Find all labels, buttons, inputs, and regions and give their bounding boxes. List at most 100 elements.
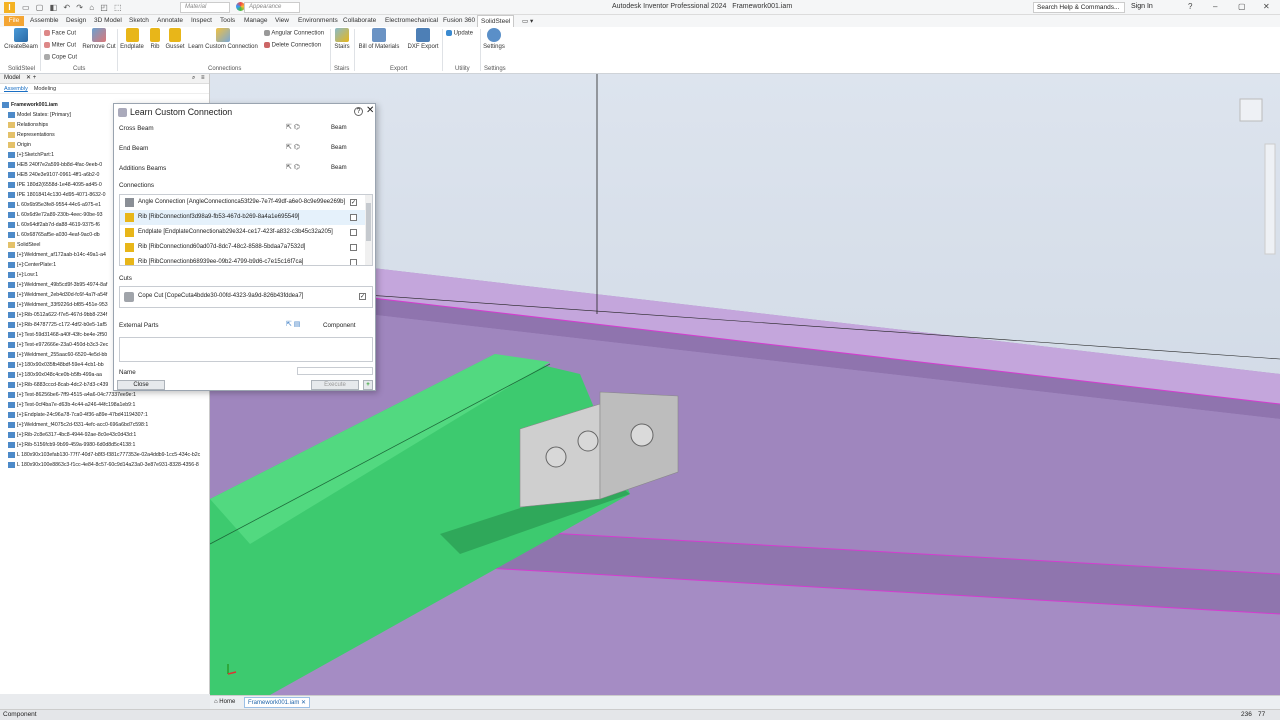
tree-item[interactable]: L 180x90x100e8863c3-f1cc-4e84-8c57-60c9d…	[0, 460, 210, 470]
connection-checkbox[interactable]	[350, 259, 357, 265]
component-icon	[8, 281, 15, 288]
connection-item[interactable]: Angle Connection [AngleConnectionca53f29…	[120, 195, 366, 210]
stairs-button[interactable]: Stairs	[332, 28, 352, 50]
ribbon-separator	[40, 29, 41, 71]
connection-checkbox[interactable]: ✓	[350, 199, 357, 206]
additions-beams-button[interactable]: Beam	[331, 165, 347, 171]
connection-checkbox[interactable]	[350, 229, 357, 236]
browser-title: Model	[4, 75, 21, 81]
cope-cut-checkbox[interactable]: ✓	[359, 293, 366, 300]
select-pointer-icon[interactable]: ⇱ ⌬	[286, 163, 300, 171]
tab-electromechanical[interactable]: Electromechanical	[385, 17, 438, 24]
help-search-input[interactable]: Search Help & Commands...	[1033, 2, 1125, 13]
cope-cut-button[interactable]: Cope Cut	[44, 54, 77, 61]
learn-custom-connection-button[interactable]: Learn Custom Connection	[187, 28, 259, 50]
tree-item[interactable]: [+]:Test-86256be6-7ff9-4515-a4a6-04c7733…	[0, 390, 210, 400]
tree-item[interactable]: L 180x90x103efab130-77f7-40d7-b8f3-f381c…	[0, 450, 210, 460]
select-pointer-icon[interactable]: ⇱ ⌬	[286, 143, 300, 151]
select-pointer-icon[interactable]: ⇱ ⌬	[286, 123, 300, 131]
quick-access-toolbar[interactable]: ▭ ▢ ◧ ↶ ↷ ⌂ ◰ ⬚	[22, 3, 124, 12]
create-beam-button[interactable]: CreateBeam	[3, 28, 39, 50]
tab-solidsteel[interactable]: SolidSteel	[477, 15, 515, 27]
list-scrollbar[interactable]	[365, 195, 372, 265]
cross-beam-button[interactable]: Beam	[331, 125, 347, 131]
delete-connection-button[interactable]: Delete Connection	[264, 42, 321, 49]
file-tab[interactable]: File	[4, 16, 24, 26]
help-icon[interactable]: ?	[1188, 2, 1192, 11]
gusset-button[interactable]: Gusset	[164, 28, 186, 50]
tab-home[interactable]: ⌂ Home	[214, 699, 235, 705]
close-icon[interactable]: ✕	[1263, 2, 1270, 11]
cuts-list[interactable]: Cope Cut [CopeCuta4bdde30-00fd-4323-9a9d…	[119, 286, 373, 308]
tab-manage[interactable]: Manage	[244, 17, 268, 24]
minimize-icon[interactable]: –	[1213, 2, 1217, 11]
tree-item[interactable]: [+]:Rib-5156fcb9-9b99-459a-9980-6d0d8d5c…	[0, 440, 210, 450]
select-pointer-icon[interactable]: ⇱ ▤	[286, 320, 300, 328]
tab-fusion-360[interactable]: Fusion 360	[443, 17, 475, 24]
connection-icon	[125, 213, 134, 222]
add-icon[interactable]: +	[33, 75, 37, 81]
tab-inspect[interactable]: Inspect	[191, 17, 212, 24]
remove-cut-button[interactable]: Remove Cut	[82, 28, 116, 50]
tree-item-label: [+]:Test-0cf4ba7e-d63b-4c44-a246-44fc198…	[17, 402, 136, 408]
tab-collaborate[interactable]: Collaborate	[343, 17, 376, 24]
endplate-button[interactable]: Endplate	[119, 28, 145, 50]
tab-tools[interactable]: Tools	[220, 17, 235, 24]
settings-button[interactable]: Settings	[482, 28, 506, 50]
connections-list[interactable]: Rib [RibConnectionb68939ee-09b2-4799-b9d…	[119, 194, 373, 266]
tree-item[interactable]: [+]:Weldment_f4075c2d-f331-4efc-acc0-696…	[0, 420, 210, 430]
component-icon	[8, 341, 15, 348]
face-cut-button[interactable]: Face Cut	[44, 30, 76, 37]
add-button[interactable]: +	[363, 380, 373, 390]
tab-framework001[interactable]: Framework001.iam ✕	[244, 697, 311, 708]
part-icon	[8, 111, 15, 118]
dxf-export-button[interactable]: DXF Export	[406, 28, 440, 50]
viewcube[interactable]	[1239, 98, 1263, 122]
close-icon[interactable]: ✕	[366, 105, 374, 116]
name-input[interactable]	[297, 367, 373, 375]
tab-modeling[interactable]: Modeling	[34, 86, 56, 92]
sign-in-link[interactable]: Sign In	[1131, 3, 1153, 10]
navigation-bar[interactable]	[1264, 143, 1276, 255]
scrollbar-thumb[interactable]	[366, 203, 371, 241]
miter-cut-button[interactable]: Miter Cut	[44, 42, 76, 49]
connection-item[interactable]: Rib [RibConnectionb68939ee-09b2-4799-b9d…	[120, 255, 366, 265]
tab-design[interactable]: Design	[66, 17, 86, 24]
maximize-icon[interactable]: ▢	[1238, 2, 1246, 11]
tree-item[interactable]: [+]:Rib-2c8e6317-4bc8-4944-92ae-8c0e43c0…	[0, 430, 210, 440]
external-parts-list[interactable]	[119, 337, 373, 362]
rib-button[interactable]: Rib	[148, 28, 162, 50]
close-icon[interactable]: ✕	[26, 75, 31, 81]
tab-environments[interactable]: Environments	[298, 17, 338, 24]
help-icon[interactable]: ?	[354, 107, 363, 116]
tab-annotate[interactable]: Annotate	[157, 17, 183, 24]
connection-checkbox[interactable]	[350, 214, 357, 221]
connection-item[interactable]: Rib [RibConnectiond60ad07d-8dc7-48c2-858…	[120, 240, 366, 255]
close-button[interactable]: Close	[117, 380, 165, 390]
update-button[interactable]: Update	[446, 30, 473, 37]
material-select[interactable]: Material	[180, 2, 230, 13]
tab-view[interactable]: View	[275, 17, 289, 24]
bill-of-materials-button[interactable]: Bill of Materials	[356, 28, 402, 50]
tab-assemble[interactable]: Assemble	[30, 17, 59, 24]
execute-button[interactable]: Execute	[311, 380, 359, 390]
tree-item[interactable]: [+]:Endplate-24c96a78-7ca0-4f36-a89e-47b…	[0, 410, 210, 420]
group-utility: Utility	[455, 66, 470, 72]
tab-sketch[interactable]: Sketch	[129, 17, 149, 24]
tab-extra-icon[interactable]: ▭ ▾	[522, 17, 533, 25]
ribbon-separator	[442, 29, 443, 71]
tab-assembly[interactable]: Assembly	[4, 86, 28, 92]
search-icon[interactable]: ⌕	[192, 74, 195, 83]
connection-item[interactable]: Rib [RibConnectionf3d98a9-fb53-467d-b269…	[120, 210, 366, 225]
end-beam-button[interactable]: Beam	[331, 145, 347, 151]
component-button[interactable]: Component	[323, 322, 356, 329]
component-icon	[8, 271, 15, 278]
appearance-select[interactable]: Appearance	[244, 2, 300, 13]
inventor-logo[interactable]: I	[4, 2, 15, 13]
tab-3d-model[interactable]: 3D Model	[94, 17, 122, 24]
menu-icon[interactable]: ≡	[201, 74, 205, 83]
tree-item[interactable]: [+]:Test-0cf4ba7e-d63b-4c44-a246-44fc198…	[0, 400, 210, 410]
connection-item[interactable]: Endplate [EndplateConnectionab29e324-ce1…	[120, 225, 366, 240]
connection-checkbox[interactable]	[350, 244, 357, 251]
angular-connection-button[interactable]: Angular Connection	[264, 30, 324, 37]
